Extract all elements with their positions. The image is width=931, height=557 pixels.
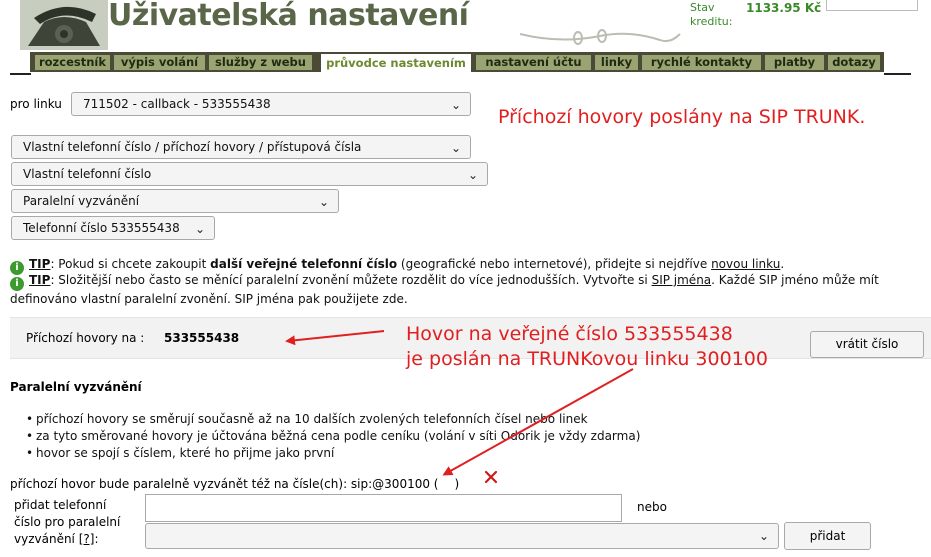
phone-number-input[interactable] <box>145 494 622 522</box>
annotation-top: Příchozí hovory poslány na SIP TRUNK. <box>498 106 866 128</box>
info-icon: i <box>10 277 24 291</box>
tab-rychle-kontakty[interactable]: rychlé kontakty <box>642 55 761 70</box>
line-select-value: 711502 - callback - 533555438 <box>83 97 271 111</box>
label-text: vyzvánění <box>14 532 75 546</box>
list-item: příchozí hovory se směrují současně až n… <box>26 412 588 426</box>
tip-2: i TIP: Složitější nebo často se měnící pa… <box>10 272 925 308</box>
phone-cord-decoration <box>520 29 681 45</box>
tab-dotazy[interactable]: dotazy <box>828 55 880 70</box>
header-search-input[interactable] <box>826 0 918 11</box>
tip-bold-text: další veřejné telefonní číslo <box>210 257 398 271</box>
label-colon: : <box>94 532 99 546</box>
main-nav: rozcestník výpis volání služby z webu pr… <box>30 52 884 72</box>
annotation-line: je poslán na TRUNKovou linku 300100 <box>406 348 768 370</box>
line-select[interactable]: 711502 - callback - 533555438 ⌄ <box>71 92 471 116</box>
credit-value: 1133.95 Kč <box>746 1 822 15</box>
sip-line-end: ) <box>454 477 460 491</box>
chevron-down-icon: ⌄ <box>318 195 329 209</box>
annotation-line: Hovor na veřejné číslo 533555438 <box>406 323 733 345</box>
sip-name-select[interactable]: ⌄ <box>145 523 779 549</box>
label-line: přidat telefonní <box>14 498 107 512</box>
tip-label: TIP <box>29 273 51 287</box>
list-item: hovor se spojí s číslem, které ho přijme… <box>26 446 334 460</box>
sip-names-link[interactable]: SIP jména <box>652 273 712 287</box>
chevron-down-icon: ⌄ <box>194 222 205 236</box>
tip-label: TIP <box>29 257 51 271</box>
section-title: Paralelní vyzvánění <box>10 380 142 394</box>
wizard-select-number[interactable]: Telefonní číslo 533555438 ⌄ <box>11 216 215 240</box>
remove-icon[interactable] <box>484 470 498 484</box>
credit-label: Stav kreditu: <box>690 1 733 28</box>
wizard-select-subcategory[interactable]: Vlastní telefonní číslo ⌄ <box>11 162 488 186</box>
tab-sluzby-z-webu[interactable]: služby z webu <box>209 55 312 70</box>
sip-line: příchozí hovor bude paralelně vyzvánět t… <box>10 477 459 491</box>
chevron-down-icon: ⌄ <box>450 98 461 112</box>
tab-platby[interactable]: platby <box>765 55 824 70</box>
or-text: nebo <box>637 500 667 514</box>
page-title: Uživatelská nastavení <box>108 0 469 33</box>
chevron-down-icon: ⌄ <box>467 168 478 182</box>
add-button[interactable]: přidat <box>784 522 871 550</box>
tab-pruvodce-nastavenim[interactable]: průvodce nastavením <box>321 54 471 72</box>
label-line: číslo pro paralelní <box>14 515 121 529</box>
tab-linky[interactable]: linky <box>595 55 638 70</box>
list-item: za tyto směrované hovory je účtována běž… <box>26 429 640 443</box>
wizard-select-value: Paralelní vyzvánění <box>23 194 140 208</box>
help-link[interactable]: [?] <box>79 532 95 546</box>
label-line: vyzvánění [?]: <box>14 531 134 548</box>
add-number-label: přidat telefonní číslo pro paralelní vyz… <box>14 497 134 548</box>
divider <box>884 73 911 75</box>
divider <box>10 73 31 75</box>
new-line-link[interactable]: novou linku <box>711 257 780 271</box>
wizard-select-category[interactable]: Vlastní telefonní číslo / příchozí hovor… <box>11 135 471 159</box>
tab-rozcestnik[interactable]: rozcestník <box>35 55 110 70</box>
tab-vypis-volani[interactable]: výpis volání <box>114 55 205 70</box>
line-select-label: pro linku <box>10 97 62 111</box>
wizard-select-value: Vlastní telefonní číslo <box>23 167 152 181</box>
incoming-number: 533555438 <box>164 331 240 345</box>
return-number-button[interactable]: vrátit číslo <box>810 331 924 358</box>
tip-text: . <box>780 257 785 271</box>
wizard-select-feature[interactable]: Paralelní vyzvánění ⌄ <box>11 189 339 213</box>
sip-line-text: příchozí hovor bude paralelně vyzvánět t… <box>10 477 439 491</box>
tip-text: (geografické nebo internetové), přidejte… <box>397 257 712 271</box>
telephone-icon <box>20 0 108 50</box>
wizard-select-value: Telefonní číslo 533555438 <box>23 221 180 235</box>
tip-text: : Složitější nebo často se měnící parale… <box>50 273 652 287</box>
incoming-label: Příchozí hovory na : <box>26 331 145 345</box>
wizard-select-value: Vlastní telefonní číslo / příchozí hovor… <box>23 140 362 154</box>
phone-logo <box>20 0 108 50</box>
annotation-middle: Hovor na veřejné číslo 533555438 je posl… <box>406 322 768 372</box>
tab-nastaveni-uctu[interactable]: nastavení účtu <box>476 55 591 70</box>
chevron-down-icon: ⌄ <box>450 141 461 155</box>
chevron-down-icon: ⌄ <box>758 529 769 543</box>
tip-text: : Pokud si chcete zakoupit <box>50 257 211 271</box>
